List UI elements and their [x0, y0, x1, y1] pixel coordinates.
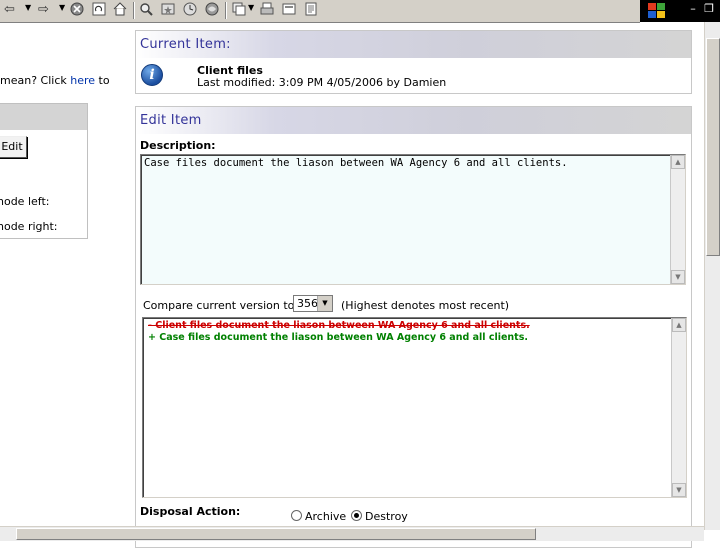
- chevron-down-icon[interactable]: ▼: [317, 296, 332, 311]
- disposal-destroy-option[interactable]: Destroy: [351, 510, 408, 523]
- windows-logo-icon: [648, 3, 666, 19]
- window-brand-area: – ❐: [640, 0, 720, 22]
- forward-dropdown-icon[interactable]: ▼: [59, 3, 65, 12]
- edit-item-panel: Edit Item Description: Case files docume…: [135, 106, 692, 548]
- back-dropdown-icon[interactable]: ▼: [25, 3, 31, 12]
- compare-note: (Highest denotes most recent): [341, 299, 510, 312]
- print-icon[interactable]: [260, 2, 274, 18]
- archive-label: Archive: [305, 510, 347, 523]
- window-vertical-scrollbar[interactable]: [704, 22, 720, 530]
- destroy-radio[interactable]: [351, 510, 362, 521]
- scroll-up-icon[interactable]: ▲: [671, 155, 685, 169]
- toolbar-separator: [133, 2, 135, 19]
- description-label: Description:: [140, 139, 216, 152]
- help-link[interactable]: here: [70, 74, 95, 87]
- diff-view[interactable]: - Client files document the liason betwe…: [142, 317, 687, 498]
- scroll-up-icon[interactable]: ▲: [672, 318, 686, 332]
- help-prompt: mean? Click here to: [0, 74, 110, 87]
- archive-radio[interactable]: [291, 510, 302, 521]
- diff-scrollbar[interactable]: ▲ ▼: [671, 318, 686, 497]
- left-node-panel: Edit node left: node right:: [0, 103, 88, 239]
- scroll-down-icon[interactable]: ▼: [672, 483, 686, 497]
- description-text: Case files document the liason between W…: [144, 157, 568, 169]
- version-select-value: 356: [297, 297, 318, 310]
- version-select[interactable]: 356 ▼: [293, 295, 333, 312]
- edit-item-header: Edit Item: [136, 107, 691, 134]
- mail-dropdown-icon[interactable]: ▼: [248, 3, 254, 12]
- window-horizontal-scroll-thumb[interactable]: [16, 528, 536, 540]
- description-scrollbar[interactable]: ▲ ▼: [670, 155, 685, 284]
- current-item-header: Current Item:: [136, 31, 691, 58]
- left-panel-header: [0, 104, 87, 130]
- info-icon: i: [141, 64, 163, 86]
- back-icon[interactable]: ⇦: [4, 2, 15, 18]
- refresh-icon[interactable]: [92, 2, 106, 18]
- window-vertical-scroll-thumb[interactable]: [706, 38, 720, 256]
- discuss-icon[interactable]: [304, 2, 318, 18]
- node-right-label: node right:: [0, 220, 58, 233]
- diff-added-line: + Case files document the liason between…: [148, 332, 528, 343]
- minimize-icon[interactable]: –: [686, 2, 700, 16]
- help-prompt-suffix: to: [95, 74, 110, 87]
- scroll-down-icon[interactable]: ▼: [671, 270, 685, 284]
- compare-label: Compare current version to:: [143, 299, 299, 312]
- favorites-icon[interactable]: [161, 2, 175, 18]
- main-content: Current Item: i Client files Last modifi…: [135, 30, 692, 548]
- current-item-panel: Current Item: i Client files Last modifi…: [135, 30, 692, 94]
- disposal-label: Disposal Action:: [140, 505, 241, 518]
- destroy-label: Destroy: [365, 510, 408, 523]
- item-last-modified: Last modified: 3:09 PM 4/05/2006 by Dami…: [197, 76, 447, 89]
- description-textarea[interactable]: Case files document the liason between W…: [140, 154, 686, 285]
- stop-icon[interactable]: [70, 2, 84, 18]
- window-horizontal-scrollbar[interactable]: [0, 526, 704, 541]
- mail-icon[interactable]: [232, 2, 246, 18]
- browser-toolbar: ⇦ ▼ ⇨ ▼ ▼: [0, 0, 640, 23]
- forward-icon[interactable]: ⇨: [38, 2, 49, 18]
- node-left-label: node left:: [0, 195, 50, 208]
- history-icon[interactable]: [183, 2, 197, 18]
- edit-page-icon[interactable]: [282, 2, 296, 18]
- edit-button[interactable]: Edit: [0, 136, 27, 158]
- media-icon[interactable]: [205, 2, 219, 18]
- search-icon[interactable]: [139, 2, 153, 18]
- home-icon[interactable]: [113, 2, 127, 18]
- toolbar-separator: [225, 2, 227, 19]
- restore-icon[interactable]: ❐: [702, 2, 716, 16]
- disposal-archive-option[interactable]: Archive: [291, 510, 346, 523]
- diff-removed-line: - Client files document the liason betwe…: [148, 320, 530, 331]
- help-prompt-prefix: mean? Click: [0, 74, 71, 87]
